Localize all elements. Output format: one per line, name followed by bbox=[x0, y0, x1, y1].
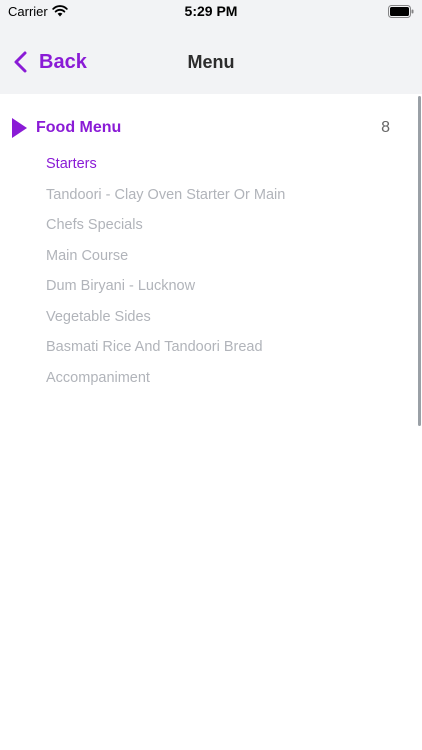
status-time: 5:29 PM bbox=[184, 3, 238, 19]
food-menu-section-header[interactable]: Food Menu 8 bbox=[10, 116, 405, 140]
status-bar: Carrier 5:29 PM bbox=[0, 0, 422, 24]
page-title: Menu bbox=[187, 52, 235, 72]
navigation-bar: Back Menu bbox=[0, 24, 422, 94]
menu-item-chefs-specials[interactable]: Chefs Specials bbox=[46, 215, 285, 246]
menu-item-accompaniment[interactable]: Accompaniment bbox=[46, 368, 285, 399]
menu-item-dum-biryani[interactable]: Dum Biryani - Lucknow bbox=[46, 276, 285, 307]
scrollbar[interactable] bbox=[418, 96, 421, 426]
menu-item-tandoori[interactable]: Tandoori - Clay Oven Starter Or Main bbox=[46, 185, 285, 216]
menu-item-main-course[interactable]: Main Course bbox=[46, 246, 285, 277]
menu-item-vegetable-sides[interactable]: Vegetable Sides bbox=[46, 307, 285, 338]
menu-category-list: Starters Tandoori - Clay Oven Starter Or… bbox=[46, 154, 285, 398]
triangle-right-icon bbox=[12, 118, 27, 138]
food-menu-title: Food Menu bbox=[36, 119, 122, 136]
menu-item-starters[interactable]: Starters bbox=[46, 154, 285, 185]
item-count: 8 bbox=[381, 119, 390, 136]
menu-item-basmati-rice[interactable]: Basmati Rice And Tandoori Bread bbox=[46, 337, 285, 368]
battery-icon bbox=[388, 5, 414, 18]
